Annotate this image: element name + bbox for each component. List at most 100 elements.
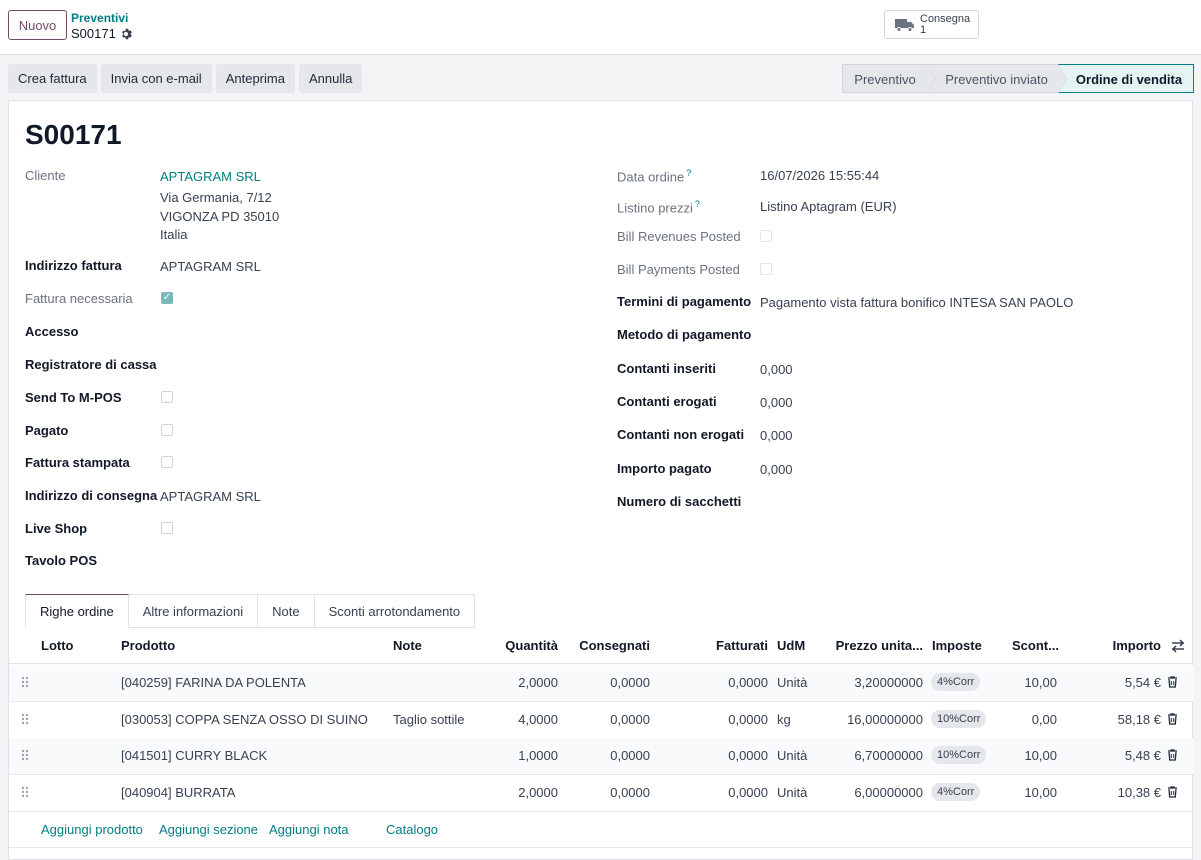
row-udm: Unità xyxy=(777,785,808,800)
drag-handle-icon[interactable] xyxy=(21,676,29,688)
row-sconto: 0,00 xyxy=(1031,712,1057,727)
row-product-link[interactable]: [040259] FARINA DA POLENTA xyxy=(121,675,306,690)
drag-handle-icon[interactable] xyxy=(21,786,29,798)
col-note[interactable]: Note xyxy=(393,638,422,653)
contanti-inseriti-field[interactable]: 0,000 xyxy=(760,362,793,377)
tab-sconti-arrotondamento[interactable]: Sconti arrotondamento xyxy=(314,594,476,628)
col-lotto[interactable]: Lotto xyxy=(41,638,73,653)
contanti-erogati-field[interactable]: 0,000 xyxy=(760,395,793,410)
col-importo[interactable]: Importo xyxy=(1089,638,1161,653)
stage-preventivo-inviato-label: Preventivo inviato xyxy=(945,72,1048,87)
send-mpos-checkbox[interactable] xyxy=(161,391,173,403)
stage-preventivo[interactable]: Preventivo xyxy=(842,64,936,94)
drag-handle-icon[interactable] xyxy=(21,713,29,725)
bill-payments-label: Bill Payments Posted xyxy=(617,262,740,277)
table-row[interactable]: [040259] FARINA DA POLENTA 2,0000 0,0000… xyxy=(9,665,1194,702)
row-product-link[interactable]: [030053] COPPA SENZA OSSO DI SUINO xyxy=(121,712,368,727)
help-icon[interactable]: ? xyxy=(686,168,691,178)
col-prodotto[interactable]: Prodotto xyxy=(121,638,175,653)
listino-label: Listino prezzi? xyxy=(617,199,700,215)
stage-preventivo-inviato[interactable]: Preventivo inviato xyxy=(927,64,1067,94)
row-importo: 5,54 € xyxy=(1124,675,1161,690)
col-fatturati[interactable]: Fatturati xyxy=(669,638,768,653)
column-settings-icon[interactable] xyxy=(1171,639,1185,653)
trash-icon[interactable] xyxy=(1167,713,1178,725)
drag-handle-icon[interactable] xyxy=(21,749,29,761)
gear-icon[interactable] xyxy=(120,28,132,40)
row-prezzo: 16,00000000 xyxy=(847,712,923,727)
row-consegnati: 0,0000 xyxy=(610,785,650,800)
indirizzo-fattura-label: Indirizzo fattura xyxy=(25,258,122,273)
tab-righe-ordine[interactable]: Righe ordine xyxy=(25,594,129,628)
indirizzo-fattura-field[interactable]: APTAGRAM SRL xyxy=(160,259,261,274)
contanti-erogati-label: Contanti erogati xyxy=(617,394,717,409)
add-product-link[interactable]: Aggiungi prodotto xyxy=(41,822,143,837)
pagato-checkbox[interactable] xyxy=(161,424,173,436)
send-email-button[interactable]: Invia con e-mail xyxy=(100,64,212,93)
row-fatturati: 0,0000 xyxy=(728,785,768,800)
termini-pagamento-field[interactable]: Pagamento vista fattura bonifico INTESA … xyxy=(760,295,1073,310)
tax-badge: 10%Corr xyxy=(931,746,987,764)
fattura-necessaria-checkbox[interactable]: ✓ xyxy=(161,292,173,304)
table-row[interactable]: [041501] CURRY BLACK 1,0000 0,0000 0,000… xyxy=(9,738,1194,775)
fattura-stampata-checkbox[interactable] xyxy=(161,456,173,468)
row-udm: Unità xyxy=(777,675,808,690)
cancel-button[interactable]: Annulla xyxy=(298,64,363,93)
col-consegnati[interactable]: Consegnati xyxy=(570,638,650,653)
delivery-smart-button[interactable]: Consegna 1 xyxy=(884,10,979,39)
notebook-tabs: Righe ordine Altre informazioni Note Sco… xyxy=(25,594,476,628)
new-button[interactable]: Nuovo xyxy=(8,10,67,40)
record-title: S00171 xyxy=(25,119,122,150)
col-sconto[interactable]: Scont... xyxy=(1012,638,1059,653)
trash-icon[interactable] xyxy=(1167,786,1178,798)
preview-button[interactable]: Anteprima xyxy=(215,64,295,93)
table-row[interactable]: [030053] COPPA SENZA OSSO DI SUINO Tagli… xyxy=(9,702,1194,739)
form-sheet: S00171 Cliente APTAGRAM SRL Via Germania… xyxy=(8,100,1194,860)
stage-ordine-di-vendita-label: Ordine di vendita xyxy=(1075,72,1183,87)
row-quantita: 4,0000 xyxy=(518,712,558,727)
col-imposte[interactable]: Imposte xyxy=(932,638,982,653)
breadcrumb-parent-link[interactable]: Preventivi xyxy=(71,11,132,26)
tab-altre-informazioni[interactable]: Altre informazioni xyxy=(128,594,259,628)
table-row[interactable]: [040904] BURRATA 2,0000 0,0000 0,0000 Un… xyxy=(9,775,1194,812)
indirizzo-consegna-label: Indirizzo di consegna xyxy=(25,488,158,503)
numero-sacchetti-label: Numero di sacchetti xyxy=(617,494,742,509)
bill-payments-checkbox[interactable] xyxy=(760,263,772,275)
row-fatturati: 0,0000 xyxy=(728,748,768,763)
col-quantita[interactable]: Quantità xyxy=(487,638,558,653)
cliente-link[interactable]: APTAGRAM SRL xyxy=(160,169,261,184)
order-lines-header: Lotto Prodotto Note Quantità Consegnati … xyxy=(9,628,1194,664)
bill-revenues-checkbox[interactable] xyxy=(760,230,772,242)
add-section-link[interactable]: Aggiungi sezione xyxy=(159,822,258,837)
accesso-label: Accesso xyxy=(25,324,79,339)
row-quantita: 2,0000 xyxy=(518,785,558,800)
action-bar: Crea fattura Invia con e-mail Anteprima … xyxy=(8,64,363,93)
metodo-pagamento-label: Metodo di pagamento xyxy=(617,327,752,342)
help-icon[interactable]: ? xyxy=(695,199,700,209)
row-udm: Unità xyxy=(777,748,808,763)
contanti-non-erogati-field[interactable]: 0,000 xyxy=(760,428,793,443)
stage-ordine-di-vendita[interactable]: Ordine di vendita xyxy=(1058,64,1194,93)
listino-label-text: Listino prezzi xyxy=(617,200,693,216)
col-udm[interactable]: UdM xyxy=(777,638,805,653)
send-mpos-label: Send To M-POS xyxy=(25,390,122,405)
trash-icon[interactable] xyxy=(1167,749,1178,761)
live-shop-checkbox[interactable] xyxy=(161,522,173,534)
col-prezzo[interactable]: Prezzo unita... xyxy=(827,638,923,653)
create-invoice-button[interactable]: Crea fattura xyxy=(8,64,97,93)
listino-field[interactable]: Listino Aptagram (EUR) xyxy=(760,199,897,214)
row-product-link[interactable]: [041501] CURRY BLACK xyxy=(121,748,267,763)
add-note-link[interactable]: Aggiungi nota xyxy=(269,822,349,837)
data-ordine-field[interactable]: 16/07/2026 15:55:44 xyxy=(760,168,879,183)
catalog-link[interactable]: Catalogo xyxy=(386,822,438,837)
importo-pagato-label: Importo pagato xyxy=(617,461,712,476)
importo-pagato-field[interactable]: 0,000 xyxy=(760,462,793,477)
row-prezzo: 6,00000000 xyxy=(854,785,923,800)
tab-note[interactable]: Note xyxy=(258,594,315,628)
row-product-link[interactable]: [040904] BURRATA xyxy=(121,785,235,800)
tax-badge: 10%Corr xyxy=(931,710,987,728)
row-consegnati: 0,0000 xyxy=(610,748,650,763)
row-quantita: 2,0000 xyxy=(518,675,558,690)
indirizzo-consegna-field[interactable]: APTAGRAM SRL xyxy=(160,489,261,504)
trash-icon[interactable] xyxy=(1167,676,1178,688)
